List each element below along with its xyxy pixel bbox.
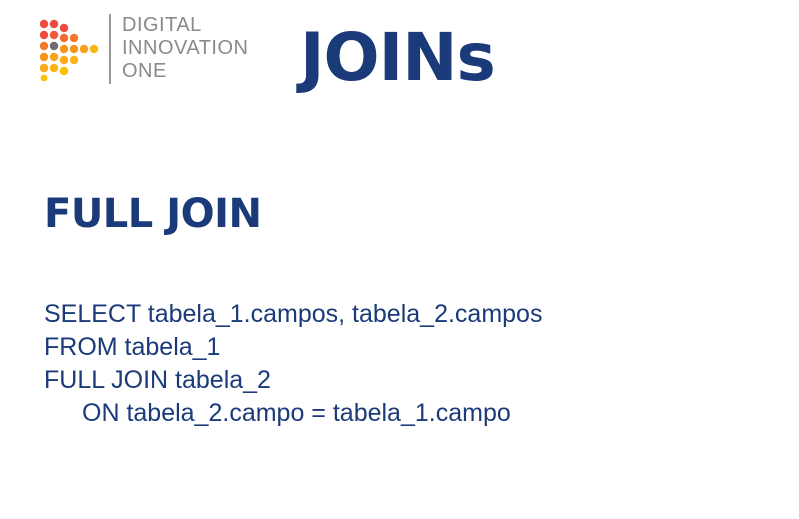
code-line-from: FROM tabela_1 [44,333,221,361]
code-line-select: SELECT tabela_1.campos, tabela_2.campos [44,300,543,328]
sql-code-block: SELECT tabela_1.campos, tabela_2.campos … [44,298,542,430]
dio-dots-play-icon [39,19,99,82]
logo-divider [109,14,111,84]
logo-line-1: DIGITAL [122,14,202,36]
page-title: JOINs [300,19,496,96]
code-line-join: FULL JOIN tabela_2 [44,366,271,394]
brand-logo: DIGITAL INNOVATION ONE [36,12,286,86]
logo-wordmark: DIGITAL INNOVATION ONE [122,14,248,83]
code-line-on: ON tabela_2.campo = tabela_1.campo [82,399,511,427]
logo-line-3: ONE [122,60,167,82]
section-heading: FULL JOIN [44,191,262,237]
slide: DIGITAL INNOVATION ONE JOINs FULL JOIN S… [0,0,799,519]
logo-line-2: INNOVATION [122,37,249,59]
